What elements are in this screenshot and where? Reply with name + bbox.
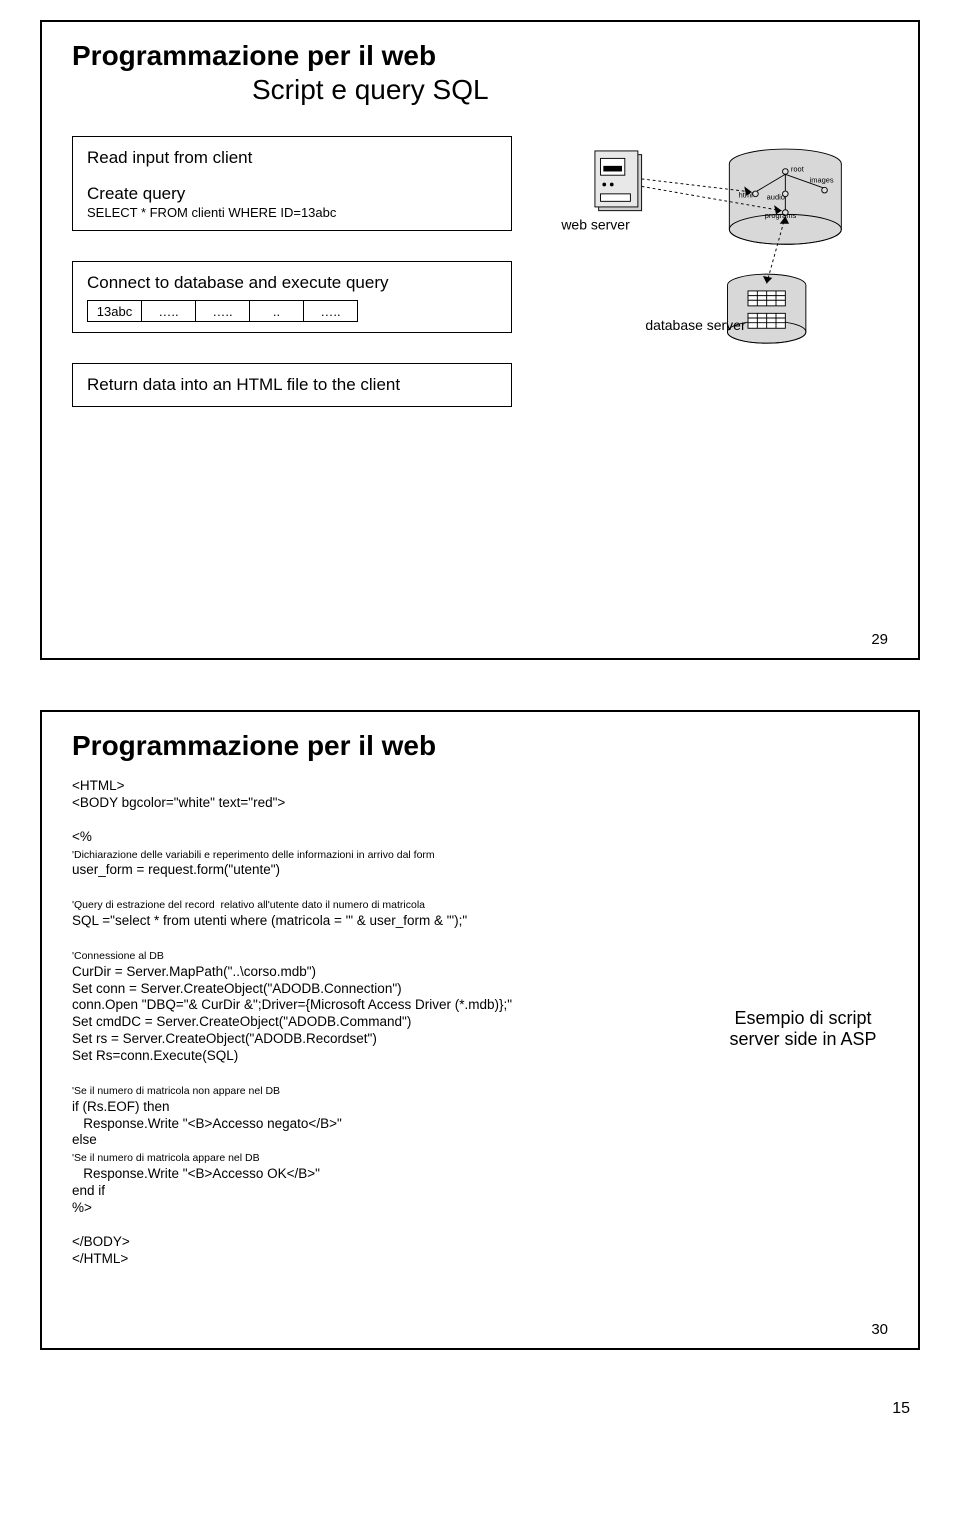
c-c1: 'Dichiarazione delle variabili e reperim… — [72, 849, 435, 861]
box-connect-db: Connect to database and execute query 13… — [72, 261, 512, 333]
cell-3: .. — [249, 300, 304, 322]
server-diagram: web server root — [552, 136, 888, 458]
box1-line3: SELECT * FROM clienti WHERE ID=13abc — [87, 205, 497, 220]
tree-root: root — [791, 164, 805, 173]
dbserver-label: database server — [645, 317, 746, 333]
slide2-caption: Esempio di script server side in ASP — [718, 778, 888, 1267]
c-l19: </HTML> — [72, 1251, 128, 1266]
c-l9: Set cmdDC = Server.CreateObject("ADODB.C… — [72, 1014, 411, 1029]
c-l5: SQL ="select * from utenti where (matric… — [72, 913, 467, 928]
cell-2: ….. — [195, 300, 250, 322]
webserver-label: web server — [560, 216, 630, 232]
slide1-title: Programmazione per il web — [72, 40, 888, 72]
c-l16: end if — [72, 1183, 105, 1198]
slide2-number: 30 — [871, 1321, 888, 1338]
c-l7: Set conn = Server.CreateObject("ADODB.Co… — [72, 981, 402, 996]
cell-1: ….. — [141, 300, 196, 322]
c-l3: <% — [72, 829, 92, 844]
box-read-input: Read input from client Create query SELE… — [72, 136, 512, 231]
tree-programs: programs — [765, 211, 797, 220]
c-l4: user_form = request.form("utente") — [72, 862, 280, 877]
c-c3: 'Connessione al DB — [72, 950, 164, 962]
c-l1: <HTML> — [72, 778, 125, 793]
tree-images: images — [810, 176, 834, 185]
c-c4: 'Se il numero di matricola non appare ne… — [72, 1085, 280, 1097]
c-l11: Set Rs=conn.Execute(SQL) — [72, 1048, 238, 1063]
c-l13: Response.Write "<B>Accesso negato</B>" — [72, 1116, 342, 1131]
box1-line1: Read input from client — [87, 147, 497, 169]
box1-line2: Create query — [87, 183, 497, 205]
slide-2: Programmazione per il web <HTML> <BODY b… — [40, 710, 920, 1350]
box3-line1: Return data into an HTML file to the cli… — [87, 374, 497, 396]
tree-audio: audio — [767, 192, 785, 201]
c-l18: </BODY> — [72, 1234, 130, 1249]
query-row: 13abc ….. ….. .. ….. — [87, 300, 497, 322]
code-listing: <HTML> <BODY bgcolor="white" text="red">… — [72, 778, 694, 1267]
diagram-svg: web server root — [552, 136, 888, 453]
c-l14: else — [72, 1132, 97, 1147]
c-l12: if (Rs.EOF) then — [72, 1099, 170, 1114]
page-number: 15 — [40, 1400, 910, 1418]
c-l10: Set rs = Server.CreateObject("ADODB.Reco… — [72, 1031, 377, 1046]
cell-4: ….. — [303, 300, 358, 322]
c-c2: 'Query di estrazione del record relativo… — [72, 899, 425, 911]
c-c5: 'Se il numero di matricola appare nel DB — [72, 1152, 260, 1164]
box2-line1: Connect to database and execute query — [87, 272, 497, 294]
c-l15: Response.Write "<B>Accesso OK</B>" — [72, 1166, 320, 1181]
c-l2: <BODY bgcolor="white" text="red"> — [72, 795, 285, 810]
c-l17: %> — [72, 1200, 92, 1215]
slide1-number: 29 — [871, 631, 888, 648]
webserver-icon — [595, 151, 642, 211]
filetree-cylinder-icon: root html audio images programs — [729, 149, 841, 244]
cell-0: 13abc — [87, 300, 142, 322]
c-l8: conn.Open "DBQ="& CurDir &";Driver={Micr… — [72, 997, 512, 1012]
slide1-subtitle: Script e query SQL — [252, 74, 888, 106]
slide2-title: Programmazione per il web — [72, 730, 888, 762]
box-return-data: Return data into an HTML file to the cli… — [72, 363, 512, 407]
slide-1: Programmazione per il web Script e query… — [40, 20, 920, 660]
c-l6: CurDir = Server.MapPath("..\corso.mdb") — [72, 964, 316, 979]
